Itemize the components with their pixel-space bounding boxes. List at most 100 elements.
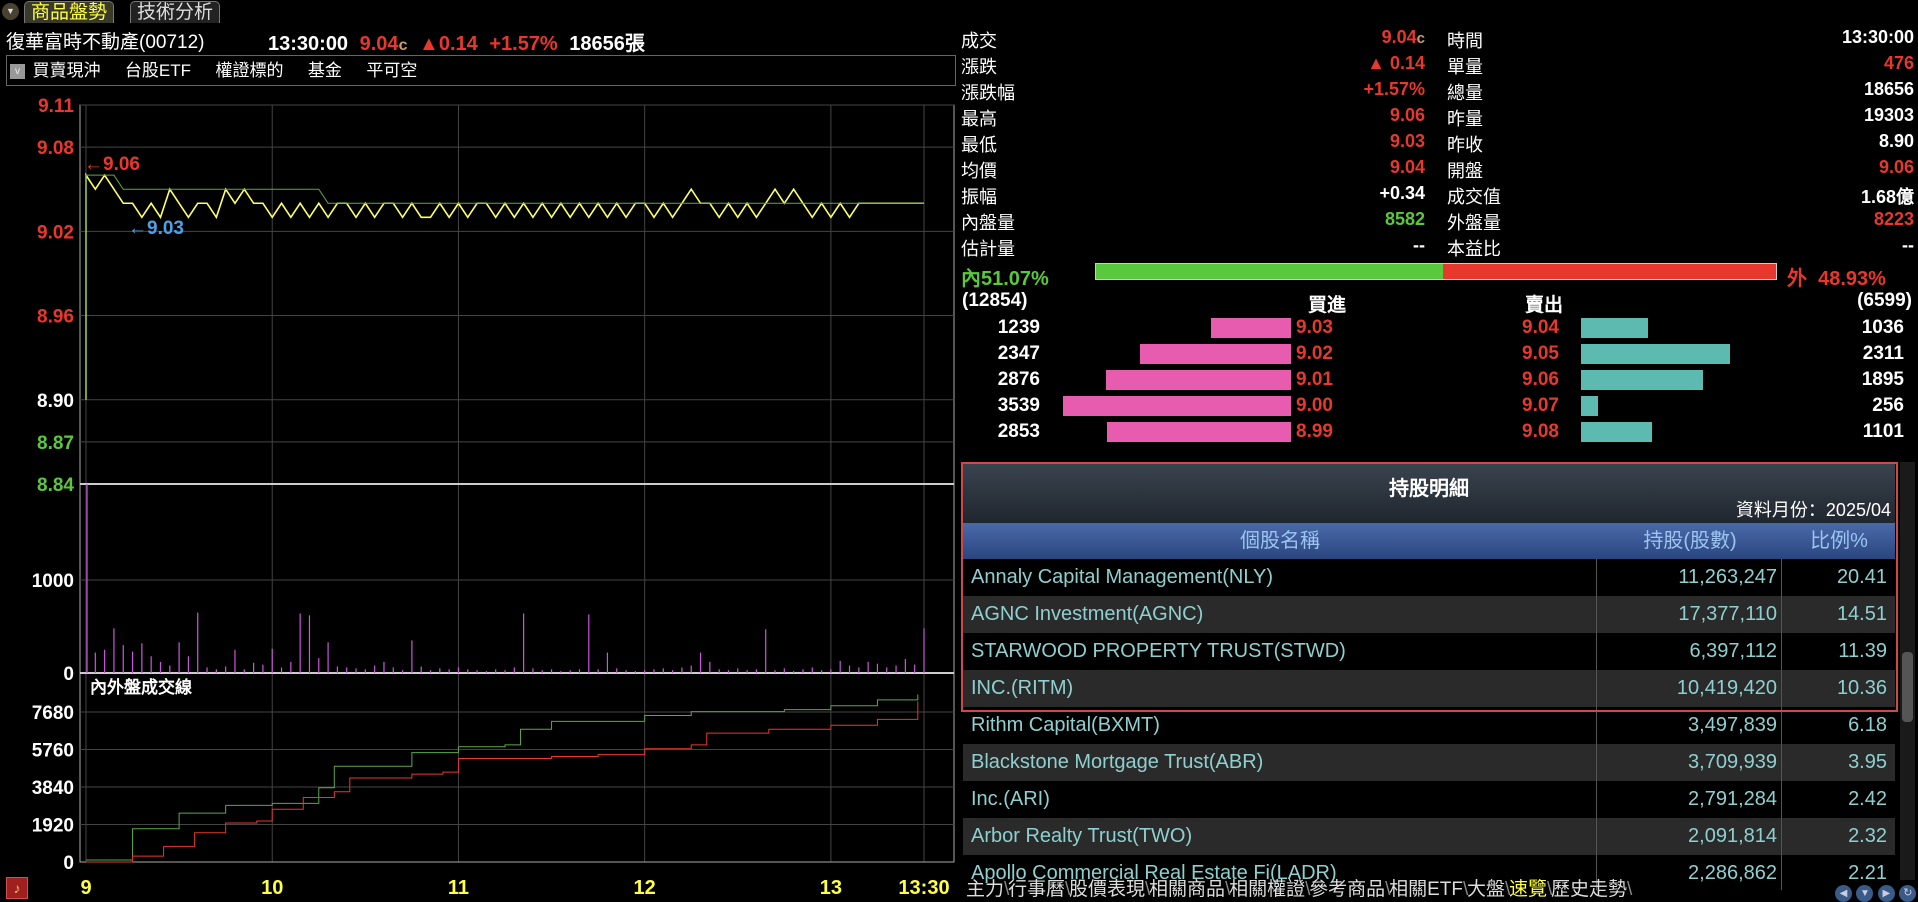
stat-label: 內盤量 — [961, 213, 1015, 233]
stat-label: 估計量 — [961, 239, 1015, 259]
inner-outer-title: 內外盤成交線 — [90, 677, 192, 697]
holding-row[interactable]: Inc.(ARI) 2,791,284 2.42 — [963, 781, 1895, 818]
stat-label: 時間 — [1447, 31, 1483, 51]
stat-value: 9.06 — [1389, 105, 1425, 125]
bid-price[interactable]: 9.01 — [1296, 369, 1333, 391]
bottom-tab[interactable]: 大盤 — [1467, 880, 1505, 900]
price-tick-label: 8.96 — [37, 307, 74, 328]
price-tick-label: 8.90 — [37, 391, 74, 412]
high-marker: ←9.06 — [84, 154, 140, 175]
time-tick-label: 12 — [634, 877, 656, 899]
stat-label: 昨量 — [1447, 109, 1483, 129]
stat-value: 18656 — [1863, 79, 1914, 99]
down-icon[interactable]: ▼ — [1856, 885, 1874, 902]
bid-header: 買進 — [1308, 295, 1347, 316]
prev-icon[interactable]: ◀ — [1835, 885, 1852, 902]
ask-qty: 256 — [1872, 395, 1904, 416]
stat-label: 總量 — [1447, 83, 1483, 103]
ask-qty: 1101 — [1862, 421, 1904, 442]
inner-outer-tick-label: 0 — [63, 853, 74, 874]
stat-value: +0.34 — [1379, 183, 1425, 203]
stat-value: 13:30:00 — [1841, 27, 1914, 47]
stat-value: -- — [1413, 235, 1425, 255]
inner-volume-line — [86, 694, 919, 861]
holding-row[interactable]: Rithm Capital(BXMT) 3,497,839 6.18 — [963, 707, 1895, 744]
inner-outer-tick-label: 1920 — [32, 816, 74, 837]
bottom-tab[interactable]: 相關商品 — [1149, 880, 1225, 900]
stat-label: 成交值 — [1447, 187, 1501, 207]
bottom-tab[interactable]: 相關ETF — [1389, 880, 1463, 900]
holding-shares: 2,091,814 — [1688, 825, 1777, 847]
time-tick-label: 9 — [80, 877, 91, 899]
stat-value: 476 — [1883, 53, 1914, 73]
ask-volume-bar — [1581, 396, 1598, 416]
ask-price[interactable]: 9.08 — [1522, 421, 1559, 443]
holding-ratio: 2.42 — [1848, 788, 1887, 810]
holding-name: Inc.(ARI) — [971, 788, 1050, 810]
stat-label: 本益比 — [1447, 239, 1501, 259]
stat-value: 8.90 — [1878, 131, 1914, 151]
ask-price[interactable]: 9.05 — [1522, 343, 1559, 365]
ask-total: (6599) — [1857, 290, 1912, 311]
bid-price[interactable]: 9.02 — [1296, 343, 1333, 365]
ask-price[interactable]: 9.06 — [1522, 369, 1559, 391]
bid-price[interactable]: 8.99 — [1296, 421, 1333, 443]
stat-value: 8223 — [1873, 209, 1914, 229]
stat-value: 9.03 — [1389, 131, 1425, 151]
refresh-icon[interactable]: ↻ — [1899, 885, 1917, 902]
next-icon[interactable]: ▶ — [1877, 885, 1895, 902]
holding-shares: 3,709,939 — [1688, 751, 1777, 773]
bottom-tab[interactable]: 行事曆 — [1008, 880, 1065, 900]
bottom-tab[interactable]: 歷史走勢 — [1551, 880, 1627, 900]
price-tick-label: 9.02 — [37, 222, 74, 243]
stat-label: 單量 — [1447, 57, 1483, 77]
holding-ratio: 3.95 — [1848, 751, 1887, 773]
tab-separator: \ — [1627, 879, 1633, 900]
price-tick-label: 9.08 — [37, 138, 74, 159]
stat-value: 9.06 — [1878, 157, 1914, 177]
holding-row[interactable]: Arbor Realty Trust(TWO) 2,091,814 2.32 — [963, 818, 1895, 855]
holding-shares: 2,286,862 — [1688, 862, 1777, 884]
bid-qty: 2876 — [997, 369, 1040, 390]
ask-header: 賣出 — [1525, 295, 1564, 316]
holding-shares: 2,791,284 — [1688, 788, 1777, 810]
bid-volume-bar — [1139, 344, 1291, 364]
outer-volume-line — [86, 701, 919, 863]
bottom-tab[interactable]: 股價表現 — [1069, 880, 1145, 900]
holding-row[interactable]: Blackstone Mortgage Trust(ABR) 3,709,939 3… — [963, 744, 1895, 781]
price-line — [85, 172, 924, 400]
scrollbar-thumb[interactable] — [1902, 652, 1913, 722]
bottom-tab[interactable]: 參考商品 — [1309, 880, 1385, 900]
stat-value: ▲ 0.14 — [1367, 53, 1425, 73]
inner-outer-tick-label: 3840 — [32, 778, 74, 799]
stat-value: +1.57% — [1363, 79, 1425, 99]
inner-outer-ratio-bar — [1095, 263, 1777, 280]
holdings-scrollbar[interactable] — [1900, 462, 1915, 880]
ask-price[interactable]: 9.04 — [1522, 317, 1559, 339]
intraday-chart: 9.11 9.08 9.02 8.96 8.90 8.87 8.84 ←9.06 ←9.03 10… — [32, 96, 955, 899]
inner-outer-tick-label: 5760 — [32, 741, 74, 762]
inner-ratio-fill — [1096, 264, 1444, 279]
bid-price[interactable]: 9.00 — [1296, 395, 1333, 417]
bottom-tab[interactable]: 速覽 — [1509, 880, 1547, 900]
stat-label: 最低 — [961, 135, 997, 155]
low-marker: ←9.03 — [128, 218, 184, 239]
bid-volume-bar — [1063, 396, 1291, 416]
holdings-panel: 持股明細 資料月份：2025/04 個股名稱 持股(股數) 比例% Annaly… — [961, 462, 1898, 890]
bid-total: (12854) — [962, 290, 1028, 311]
stat-label: 漲跌幅 — [961, 83, 1015, 103]
holding-ratio: 6.18 — [1848, 714, 1887, 736]
volume-tick-label: 0 — [63, 664, 74, 685]
inner-outer-tick-label: 7680 — [32, 703, 74, 724]
stat-label: 最高 — [961, 109, 997, 129]
bid-volume-bar — [1105, 370, 1291, 390]
ask-price[interactable]: 9.07 — [1522, 395, 1559, 417]
bid-volume-bar — [1107, 422, 1291, 442]
bottom-tab[interactable]: 主力 — [966, 880, 1004, 900]
bid-volume-bar — [1211, 318, 1291, 338]
nav-buttons: ◀ ▼ ▶ ↻ — [1835, 883, 1917, 902]
alert-bell-icon[interactable]: ♪ — [6, 877, 28, 899]
bottom-tab[interactable]: 相關權證 — [1229, 880, 1305, 900]
bid-price[interactable]: 9.03 — [1296, 317, 1333, 339]
stat-value: 8582 — [1384, 209, 1425, 229]
